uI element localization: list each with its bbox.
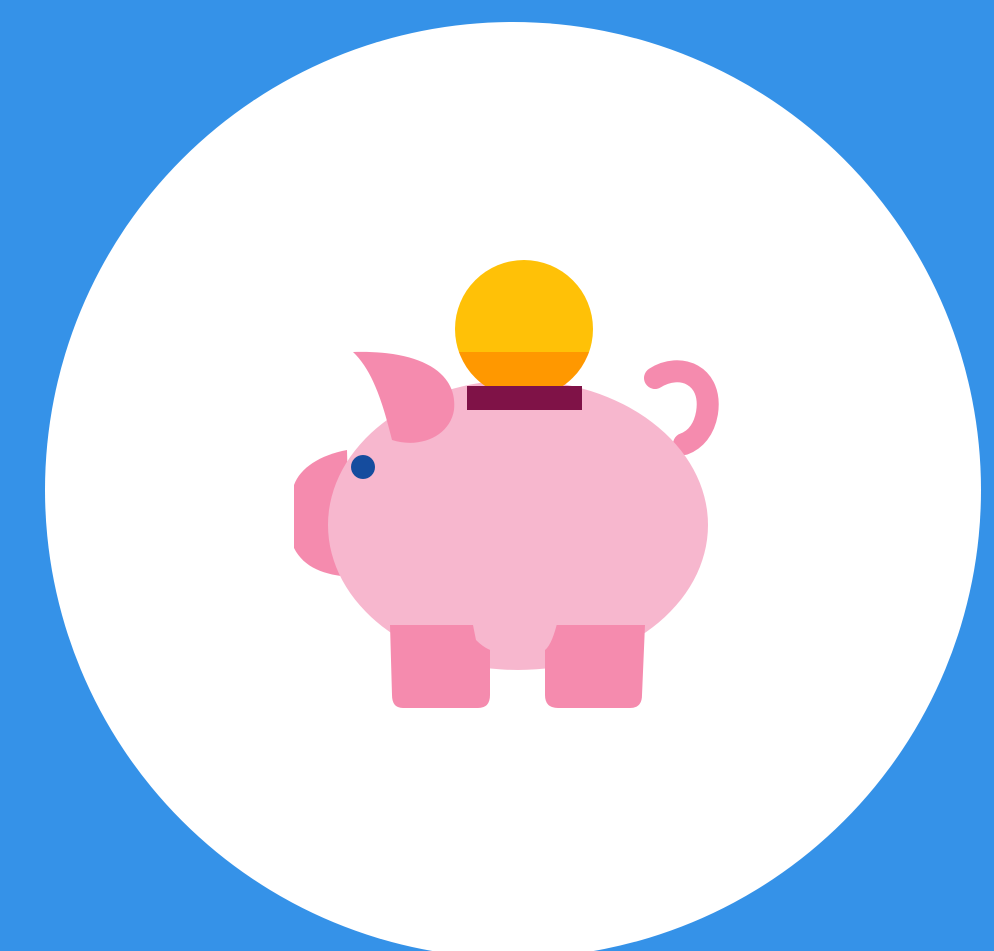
pig-eye [351, 455, 375, 479]
coin-icon [455, 260, 593, 398]
pig-ear [353, 351, 455, 443]
pig-front-leg [390, 625, 490, 708]
piggy-bank-icon [294, 260, 719, 708]
piggy-bank-illustration [0, 0, 994, 951]
coin-slot [467, 386, 582, 410]
pig-belly [470, 610, 560, 652]
pig-back-leg [545, 625, 645, 708]
